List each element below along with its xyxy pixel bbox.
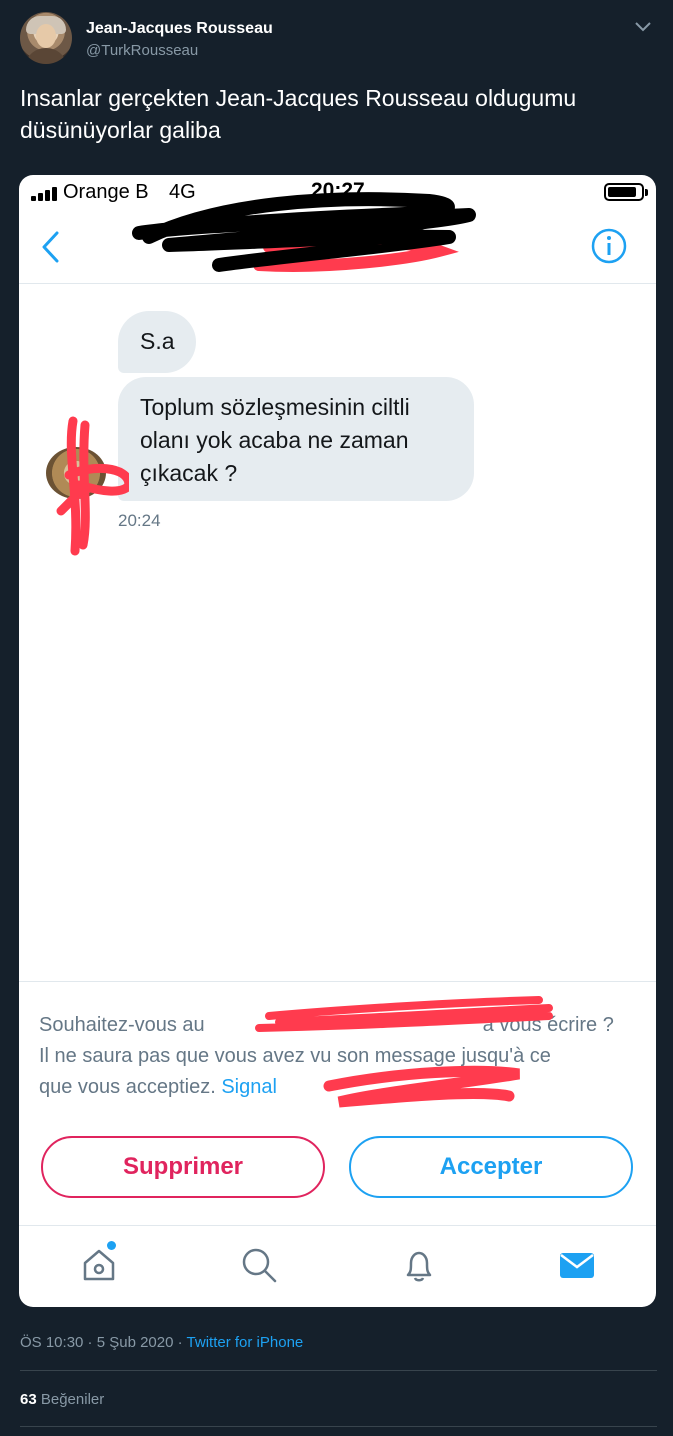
- back-arrow-icon[interactable]: [37, 229, 65, 265]
- message-bubble[interactable]: Toplum sözleşmesinin ciltli olanı yok ac…: [118, 377, 474, 501]
- battery-icon: [604, 183, 648, 201]
- bell-icon: [406, 1251, 432, 1282]
- info-icon[interactable]: [590, 227, 628, 265]
- message-text: Toplum sözleşmesinin ciltli olanı yok ac…: [140, 394, 410, 486]
- divider: [20, 1370, 657, 1371]
- request-line-3: que vous acceptiez.: [39, 1076, 222, 1098]
- tweet-text: Insanlar gerçekten Jean-Jacques Rousseau…: [20, 85, 577, 143]
- tweet-timestamp[interactable]: ÖS 10:30 · 5 Şub 2020: [20, 1334, 173, 1351]
- status-time: 20:27: [311, 179, 365, 202]
- attached-screenshot[interactable]: Orange B 4G 20:27 uos S.a Toplum sözleşm…: [19, 175, 656, 1307]
- likes-label: Beğeniler: [40, 1391, 105, 1408]
- message-request-panel: Souhaitez-vous au à vous écrire ? Il ne s…: [19, 981, 656, 1226]
- request-description: Souhaitez-vous au à vous écrire ? Il ne s…: [39, 1010, 639, 1103]
- tab-notifications[interactable]: [399, 1245, 439, 1285]
- author-avatar[interactable]: [20, 12, 72, 64]
- request-line-2: Il ne saura pas que vous avez vu son mes…: [39, 1045, 551, 1067]
- message-timestamp: 20:24: [118, 511, 161, 530]
- divider: [20, 1426, 657, 1427]
- search-icon: [242, 1248, 277, 1283]
- request-line-1-start: Souhaitez-vous au: [39, 1014, 205, 1036]
- likes-count[interactable]: 63 Beğeniler: [20, 1391, 104, 1408]
- delete-button[interactable]: Supprimer: [41, 1136, 325, 1198]
- message-text: S.a: [140, 328, 175, 354]
- conversation-nav-bar: uos: [19, 211, 656, 284]
- signal-icon: [31, 185, 61, 201]
- network-label: 4G: [169, 181, 196, 203]
- conversation-title: uos: [379, 219, 428, 249]
- message-bubble[interactable]: S.a: [118, 311, 196, 373]
- tab-bar: [19, 1225, 656, 1307]
- tweet-meta: ÖS 10:30 · 5 Şub 2020 · Twitter for iPho…: [20, 1334, 304, 1351]
- home-icon: [83, 1249, 115, 1281]
- likes-number: 63: [20, 1391, 37, 1408]
- tab-search[interactable]: [239, 1245, 279, 1285]
- status-bar: Orange B 4G 20:27: [19, 175, 656, 211]
- sender-avatar[interactable]: [46, 447, 106, 499]
- tab-messages[interactable]: [557, 1245, 597, 1285]
- author-name[interactable]: Jean-Jacques Rousseau: [86, 20, 273, 38]
- author-handle[interactable]: @TurkRousseau: [86, 42, 198, 59]
- accept-button[interactable]: Accepter: [349, 1136, 633, 1198]
- tab-home[interactable]: [79, 1241, 119, 1285]
- mail-icon: [560, 1253, 594, 1278]
- tweet-header: Jean-Jacques Rousseau @TurkRousseau: [20, 12, 660, 72]
- chevron-down-icon[interactable]: [632, 18, 654, 36]
- carrier-label: Orange B: [63, 181, 149, 203]
- tweet-client-link[interactable]: Twitter for iPhone: [187, 1334, 304, 1351]
- report-link[interactable]: Signal: [221, 1076, 277, 1098]
- request-line-1-end: à vous écrire ?: [482, 1014, 614, 1036]
- notification-dot: [107, 1241, 116, 1250]
